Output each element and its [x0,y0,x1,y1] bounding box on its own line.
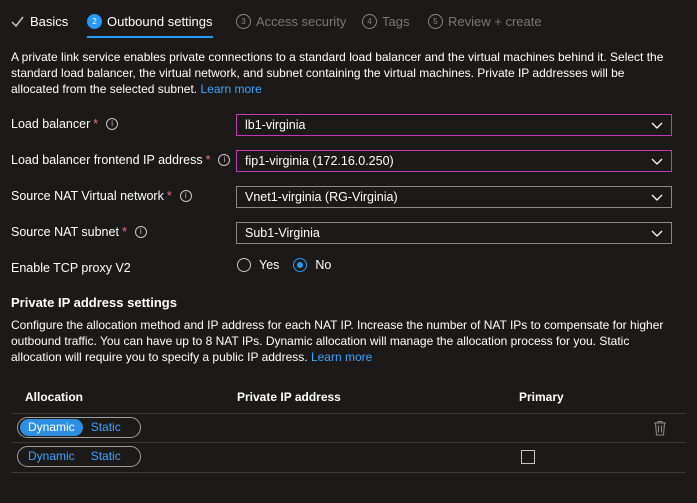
info-icon[interactable]: i [106,118,119,130]
allocation-toggle[interactable]: Dynamic Static [17,417,141,438]
step-number: 5 [428,13,443,29]
select-value: Sub1-Virginia [245,226,320,240]
info-icon[interactable]: i [179,190,192,202]
required-marker: * [121,225,127,239]
tab-label: Access security [256,13,347,29]
column-header-private-ip: Private IP address [237,390,341,404]
tab-basics[interactable]: Basics [11,12,68,30]
section-title: Private IP address settings [11,295,177,310]
intro-description: A private link service enables private c… [11,49,671,97]
intro-text: A private link service enables private c… [11,50,664,96]
tcp-proxy-label: Enable TCP proxy V2 [11,261,131,275]
field-label: Source NAT subnet [11,225,119,239]
learn-more-link[interactable]: Learn more [311,350,372,364]
required-marker: * [93,117,99,131]
tcp-proxy-yes-radio[interactable]: Yes [237,258,279,272]
dynamic-option[interactable]: Dynamic [20,419,83,436]
chevron-down-icon [651,230,663,237]
radio-circle-selected [293,258,308,272]
chevron-down-icon [651,158,663,165]
frontend-ip-select[interactable]: fip1-virginia (172.16.0.250) [236,150,672,172]
info-icon[interactable]: i [218,154,231,166]
table-divider [11,413,686,414]
table-divider [11,472,686,473]
learn-more-link[interactable]: Learn more [200,82,261,96]
chevron-down-icon [651,122,663,129]
tcp-proxy-radio-group: Yes No [237,258,345,272]
allocation-toggle[interactable]: Dynamic Static [17,446,141,467]
tab-label: Tags [382,13,410,29]
step-number: 4 [362,13,377,29]
table-divider [11,442,686,443]
select-value: Vnet1-virginia (RG-Virginia) [245,190,398,204]
info-icon[interactable]: i [134,226,147,238]
tab-tags[interactable]: 4 Tags [362,12,409,30]
vnet-select[interactable]: Vnet1-virginia (RG-Virginia) [236,186,672,208]
field-label: Enable TCP proxy V2 [11,261,131,275]
select-value: lb1-virginia [245,118,306,132]
required-marker: * [205,153,211,167]
step-number: 3 [236,13,251,29]
subnet-select[interactable]: Sub1-Virginia [236,222,672,244]
wizard-tabs: Basics 2 Outbound settings 3 Access secu… [0,0,697,40]
tab-label: Basics [30,13,69,29]
field-label: Load balancer [11,117,91,131]
load-balancer-select[interactable]: lb1-virginia [236,114,672,136]
required-marker: * [166,189,172,203]
radio-label: Yes [259,258,280,272]
select-value: fip1-virginia (172.16.0.250) [245,154,394,168]
radio-label: No [315,258,332,272]
ip-settings-description: Configure the allocation method and IP a… [11,317,671,365]
radio-circle [237,258,251,272]
frontend-ip-label: Load balancer frontend IP address * i [11,153,231,167]
tab-label: Outbound settings [107,13,213,29]
primary-checkbox[interactable] [521,450,535,464]
dynamic-option[interactable]: Dynamic [20,448,83,465]
field-label: Load balancer frontend IP address [11,153,203,167]
tab-outbound-settings[interactable]: 2 Outbound settings [87,12,213,38]
step-number: 2 [87,13,102,29]
column-header-primary: Primary [519,390,564,404]
checkmark-icon [11,16,24,27]
static-option[interactable]: Static [83,419,129,436]
tab-label: Review + create [448,13,542,29]
column-header-allocation: Allocation [25,390,84,404]
tcp-proxy-no-radio[interactable]: No [293,258,331,272]
tab-access-security[interactable]: 3 Access security [236,12,346,30]
load-balancer-label: Load balancer * i [11,117,119,131]
tab-review-create[interactable]: 5 Review + create [428,12,542,30]
trash-icon[interactable] [653,420,667,436]
subnet-label: Source NAT subnet * i [11,225,147,239]
chevron-down-icon [651,194,663,201]
field-label: Source NAT Virtual network [11,189,164,203]
static-option[interactable]: Static [83,448,129,465]
vnet-label: Source NAT Virtual network * i [11,189,192,203]
